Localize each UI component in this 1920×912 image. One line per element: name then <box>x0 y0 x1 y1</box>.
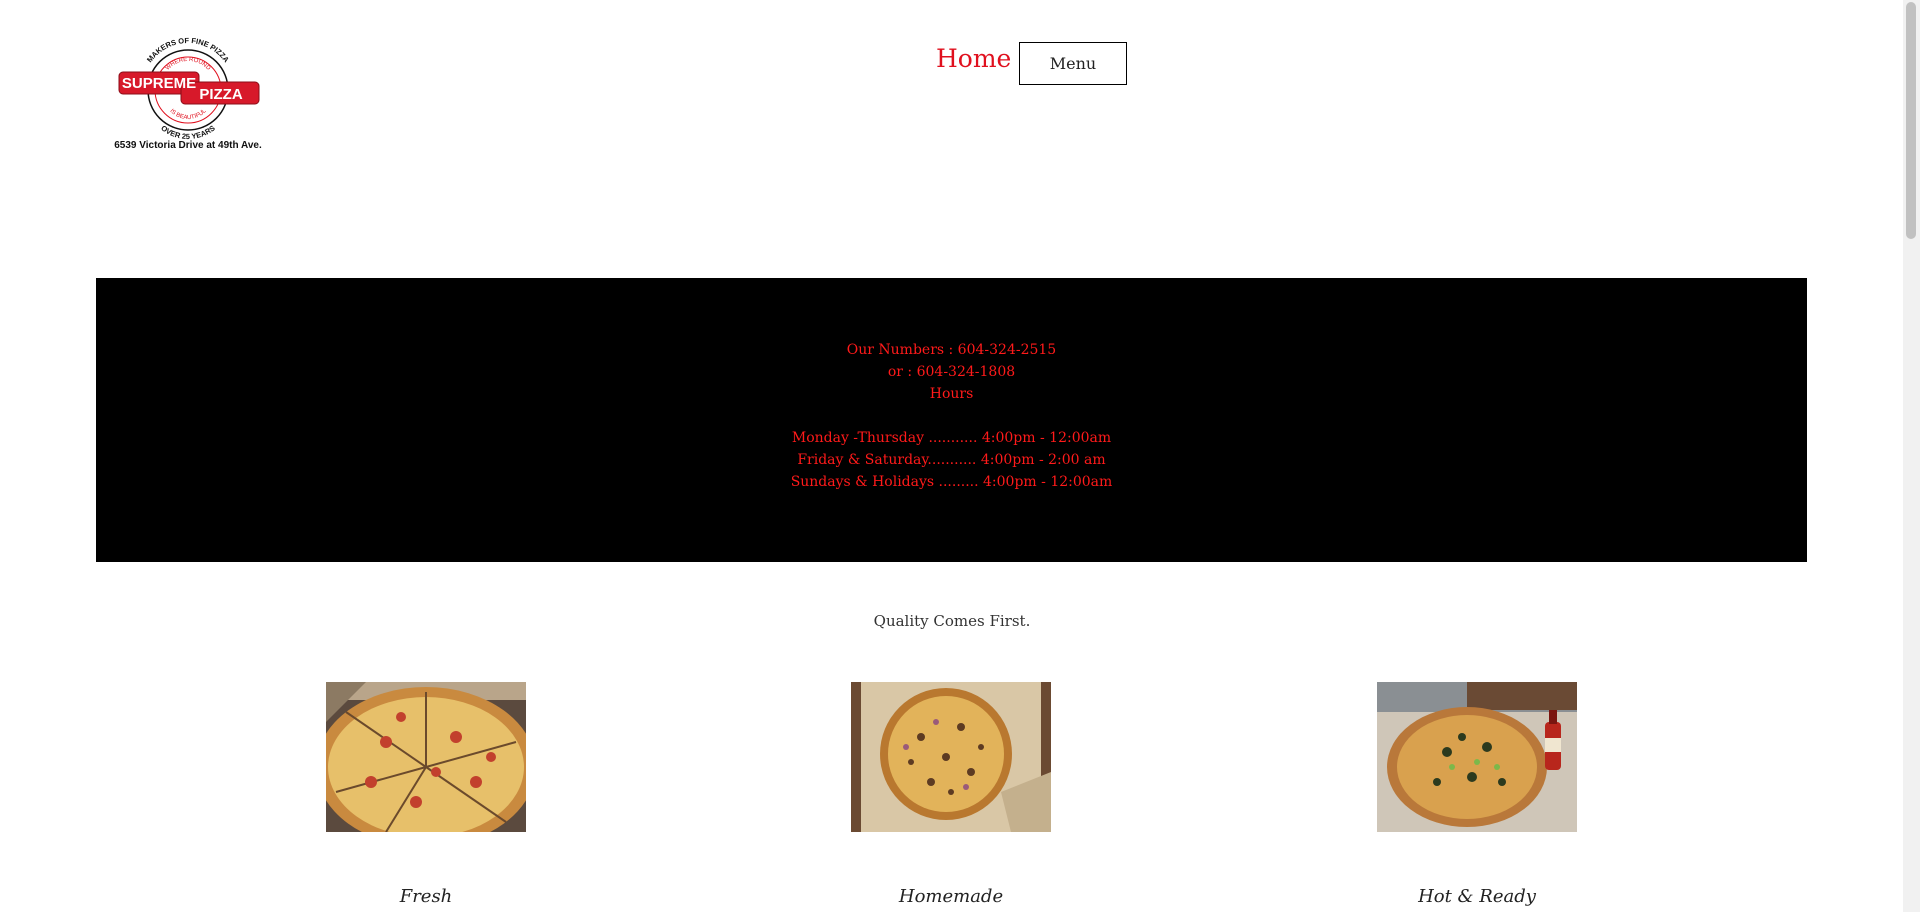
svg-text:WHERE ROUND: WHERE ROUND <box>165 57 212 72</box>
hours-line-2: Friday & Saturday........... 4:00pm - 2:… <box>797 452 1106 468</box>
logo-graphic: MAKERS OF FINE PIZZA WHERE ROUND IS BEAU… <box>118 36 260 140</box>
hours-title: Hours <box>929 386 974 402</box>
caption-hot-ready: Hot & Ready <box>1418 886 1536 907</box>
hours-line-1: Monday -Thursday ........... 4:00pm - 12… <box>791 430 1112 446</box>
pizza-photo-hot-ready[interactable] <box>1377 682 1577 832</box>
pizza-photo-fresh[interactable] <box>326 682 526 832</box>
hours-line-3: Sundays & Holidays ......... 4:00pm - 12… <box>790 474 1113 490</box>
vertical-scrollbar[interactable] <box>1903 0 1920 912</box>
tagline: Quality Comes First. <box>873 612 1031 630</box>
svg-text:SUPREME: SUPREME <box>122 75 196 92</box>
scrollbar-thumb[interactable] <box>1906 2 1916 239</box>
logo-address: 6539 Victoria Drive at 49th Ave. <box>114 140 262 151</box>
site-logo[interactable]: MAKERS OF FINE PIZZA WHERE ROUND IS BEAU… <box>113 36 263 160</box>
phone-line-1: Our Numbers : 604-324-2515 <box>846 342 1057 358</box>
svg-text:OVER 25 YEARS: OVER 25 YEARS <box>159 123 216 140</box>
nav-home-link[interactable]: Home <box>936 44 1011 73</box>
svg-text:IS BEAUTIFUL: IS BEAUTIFUL <box>168 108 208 121</box>
info-text: Our Numbers : 604-324-2515 or : 604-324-… <box>96 339 1807 493</box>
svg-text:PIZZA: PIZZA <box>199 86 242 103</box>
pizza-photo-homemade[interactable] <box>851 682 1051 832</box>
caption-fresh: Fresh <box>399 886 453 907</box>
caption-homemade: Homemade <box>898 886 1004 907</box>
phone-line-2: or : 604-324-1808 <box>887 364 1016 380</box>
page: MAKERS OF FINE PIZZA WHERE ROUND IS BEAU… <box>0 0 1920 912</box>
info-band: Our Numbers : 604-324-2515 or : 604-324-… <box>96 278 1807 562</box>
nav-menu-button[interactable]: Menu <box>1019 42 1127 85</box>
